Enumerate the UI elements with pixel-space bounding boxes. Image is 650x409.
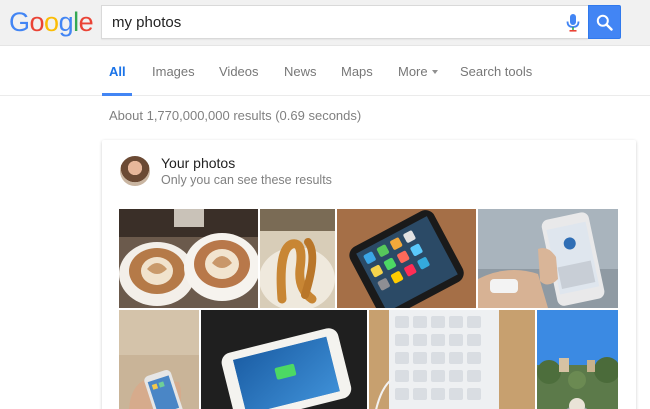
tab-maps[interactable]: Maps (341, 64, 373, 79)
photo-thumbnail[interactable] (119, 310, 199, 409)
photos-card: Your photos Only you can see these resul… (102, 140, 636, 409)
logo-letter: o (29, 7, 45, 37)
logo-letter: G (9, 7, 30, 37)
tab-more[interactable]: More (398, 64, 438, 79)
search-button[interactable] (588, 5, 621, 39)
tab-images[interactable]: Images (152, 64, 195, 79)
photo-thumbnail[interactable] (201, 310, 367, 409)
photo-thumbnail[interactable] (369, 310, 535, 409)
photo-thumbnail[interactable] (478, 209, 618, 308)
tab-all[interactable]: All (109, 64, 126, 79)
search-box (101, 5, 588, 39)
logo-letter: e (78, 7, 94, 37)
tab-search-tools[interactable]: Search tools (460, 64, 532, 79)
iphone-home-screen-photo (337, 209, 476, 308)
churros-photo (260, 209, 335, 308)
result-stats: About 1,770,000,000 results (0.69 second… (109, 108, 362, 123)
search-header: Google (0, 0, 650, 46)
caret-down-icon (431, 69, 438, 74)
hand-holding-iphone-photo (478, 209, 618, 308)
iphone-battery-case-photo (201, 310, 367, 409)
microphone-icon[interactable] (564, 13, 582, 33)
photo-thumbnail[interactable] (260, 209, 335, 308)
card-title[interactable]: Your photos (161, 155, 235, 171)
photo-thumbnail[interactable] (119, 209, 258, 308)
search-tabs: All Images Videos News Maps More Search … (0, 47, 650, 96)
google-logo[interactable]: Google (9, 7, 94, 37)
logo-letter: o (44, 7, 59, 37)
photo-thumbnail[interactable] (337, 209, 476, 308)
city-view-photo (537, 310, 618, 409)
card-subtitle: Only you can see these results (161, 173, 332, 187)
active-tab-indicator (102, 93, 132, 96)
tab-news[interactable]: News (284, 64, 317, 79)
search-icon (596, 14, 613, 31)
hand-with-small-iphone-photo (119, 310, 199, 409)
photo-thumbnail[interactable] (537, 310, 618, 409)
tab-more-label: More (398, 64, 428, 79)
tab-videos[interactable]: Videos (219, 64, 259, 79)
white-keyboard-photo (369, 310, 535, 409)
search-input[interactable] (112, 6, 552, 38)
avatar (120, 156, 150, 186)
latte-art-photo (119, 209, 258, 308)
logo-letter: g (58, 7, 74, 37)
